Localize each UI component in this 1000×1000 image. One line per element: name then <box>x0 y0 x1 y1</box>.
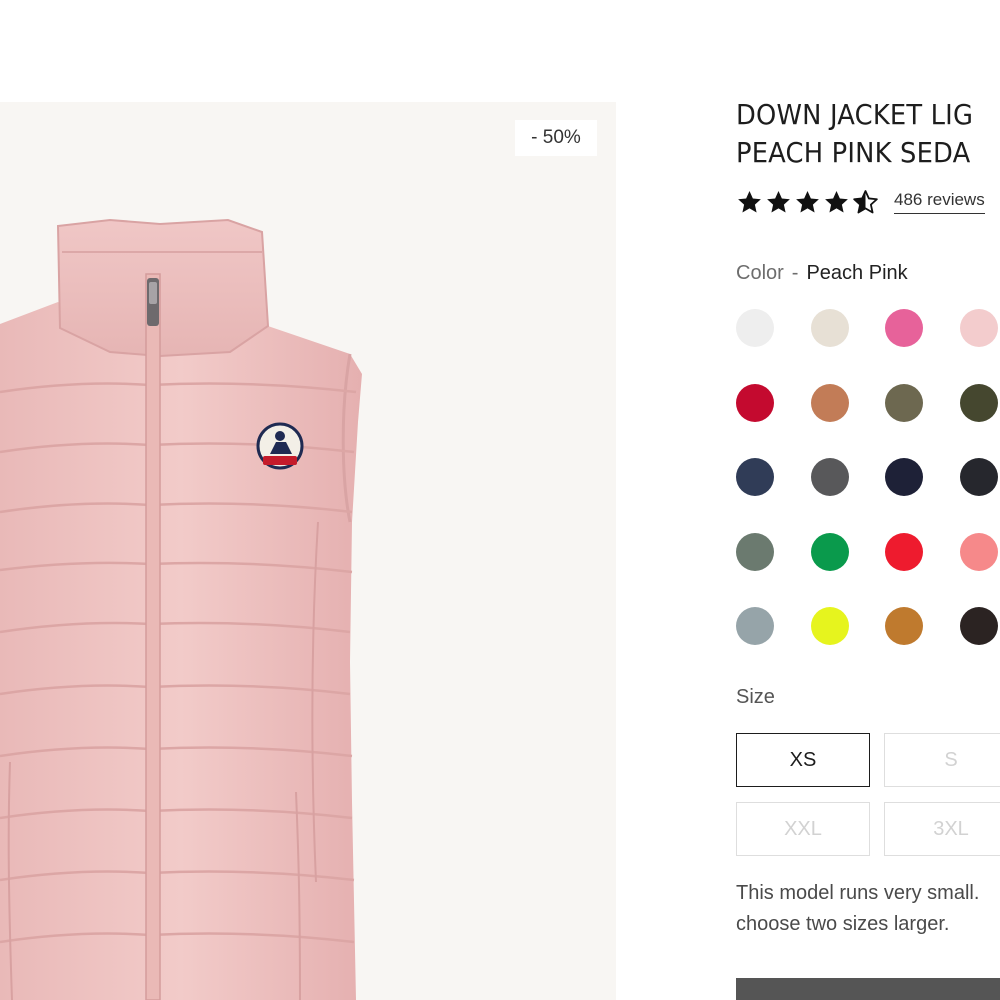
color-swatch-dark-brown[interactable] <box>959 607 998 645</box>
star-half-icon <box>853 189 878 213</box>
color-swatch-camel[interactable] <box>810 383 849 422</box>
pink-puffer-vest-image <box>0 218 362 1000</box>
color-label: Color - Peach Pink <box>736 262 908 285</box>
color-swatch-peach-pink[interactable] <box>959 309 998 347</box>
size-option-xs[interactable]: XS <box>736 733 870 787</box>
product-image[interactable] <box>0 102 616 1000</box>
size-option-xxl[interactable]: XXL <box>736 802 870 856</box>
brand-logo-patch <box>256 422 304 470</box>
color-swatch-charcoal[interactable] <box>810 458 849 496</box>
product-title: DOWN JACKET LIG PEACH PINK SEDA <box>736 96 979 172</box>
color-swatch-beige[interactable] <box>810 309 849 347</box>
color-swatch-lime[interactable] <box>810 607 849 645</box>
size-option-3xl[interactable]: 3XL <box>884 802 1000 856</box>
color-swatch-coral[interactable] <box>959 532 998 571</box>
color-swatch-navy[interactable] <box>736 458 774 496</box>
reviews-link[interactable]: 486 reviews <box>894 190 985 214</box>
selected-color-name: Peach Pink <box>806 262 908 284</box>
star-full-icon <box>767 190 790 213</box>
add-to-cart-button[interactable] <box>736 978 1000 1000</box>
size-option-s[interactable]: S <box>884 733 1000 787</box>
color-swatch-olive[interactable] <box>959 383 998 422</box>
size-label: Size <box>736 686 775 708</box>
fit-note: This model runs very small. choose two s… <box>736 878 1000 940</box>
star-full-icon <box>825 190 848 213</box>
color-label-text: Color <box>736 262 784 284</box>
color-swatch-grey-blue[interactable] <box>736 607 774 645</box>
star-full-icon <box>738 190 761 213</box>
color-swatch-khaki[interactable] <box>885 383 923 422</box>
fit-note-line-1: This model runs very small. <box>736 882 980 904</box>
star-rating <box>736 189 879 216</box>
product-title-line-1: DOWN JACKET LIG <box>736 98 974 131</box>
color-swatch-dark-navy[interactable] <box>885 458 923 496</box>
color-swatch-black[interactable] <box>959 458 998 496</box>
fit-note-line-2: choose two sizes larger. <box>736 913 950 935</box>
color-swatch-green[interactable] <box>810 532 849 571</box>
rating-row: 486 reviews <box>736 186 985 218</box>
product-title-line-2: PEACH PINK SEDA <box>736 136 971 169</box>
star-full-icon <box>796 190 819 213</box>
discount-badge: - 50% <box>515 120 597 156</box>
color-swatch-sage[interactable] <box>736 532 774 571</box>
color-swatch-red[interactable] <box>736 383 774 422</box>
color-swatch-cognac[interactable] <box>885 607 923 645</box>
color-swatch-light-grey[interactable] <box>736 309 774 347</box>
color-label-separator: - <box>791 262 799 284</box>
color-swatch-bright-red[interactable] <box>885 532 923 571</box>
color-swatch-pink[interactable] <box>885 309 923 347</box>
